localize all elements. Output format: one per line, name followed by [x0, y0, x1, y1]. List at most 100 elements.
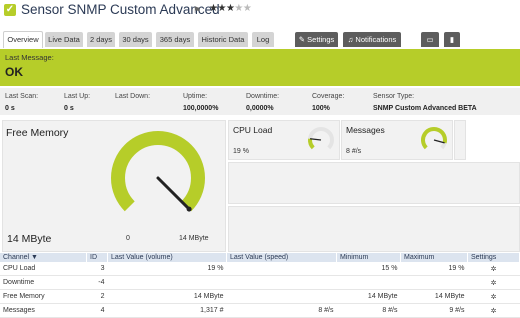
table-row[interactable]: Messages 4 1,317 # 8 #/s 8 #/s 9 #/s ✲ [0, 303, 520, 318]
last-value-speed [226, 289, 337, 304]
check-icon: ✓ [4, 4, 16, 16]
channel-name: Downtime [0, 275, 87, 290]
stat-label: Last Up: [64, 93, 91, 100]
last-value-volume: 19 % [107, 262, 227, 276]
table-row[interactable]: Downtime -4 ✲ [0, 275, 520, 290]
last-value-volume [107, 275, 227, 290]
gauge-panel-messages[interactable]: Messages 8 #/s [341, 120, 453, 160]
gear-icon[interactable]: ✲ [467, 262, 520, 276]
stat-label: Sensor Type: [373, 93, 415, 100]
flag-icon[interactable]: ⚑ [193, 5, 201, 16]
last-message-label: Last Message: [5, 53, 54, 62]
tab-365-days[interactable]: 365 days [156, 32, 194, 47]
tab-2-days[interactable]: 2 days [87, 32, 115, 47]
last-value-speed [226, 262, 337, 276]
gauge-title: CPU Load [233, 125, 273, 135]
star-icon[interactable]: ★ [243, 3, 252, 14]
star-icon[interactable]: ★ [234, 3, 243, 14]
minimum-value [336, 275, 401, 290]
gauge-fill [308, 138, 315, 150]
tab-settings[interactable]: ✎ Settings [295, 32, 338, 47]
gauge-needle [156, 176, 191, 211]
status-banner: Last Message: OK [0, 49, 520, 86]
column-header-volume[interactable]: Last Value (volume) [107, 253, 227, 262]
gauge-fill [111, 131, 205, 212]
empty-panel [228, 162, 520, 204]
channel-name: Messages [0, 303, 87, 318]
stats-bar: Last Scan: 0 s Last Up: 0 s Last Down: Upt… [0, 88, 520, 115]
stat-value: SNMP Custom Advanced BETA [373, 105, 477, 112]
minimum-value: 8 #/s [336, 303, 401, 318]
tab-overview[interactable]: Overview [3, 31, 43, 48]
priority-rating[interactable]: ★★★★★ [209, 3, 252, 14]
gauge-max: 14 MByte [179, 235, 209, 242]
minimum-value: 15 % [336, 262, 401, 276]
empty-panel [454, 120, 466, 160]
channel-id: 4 [86, 303, 108, 318]
gauge-panel-cpu-load[interactable]: CPU Load 19 % [228, 120, 340, 160]
table-row[interactable]: Free Memory 2 14 MByte 14 MByte 14 MByte… [0, 289, 520, 304]
status-value: OK [5, 65, 23, 79]
star-icon[interactable]: ★ [217, 3, 226, 14]
tab-settings-label: Settings [307, 35, 335, 44]
tab-historic-data[interactable]: Historic Data [198, 32, 248, 47]
column-header-minimum[interactable]: Minimum [336, 253, 401, 262]
stat-downtime: Downtime: 0,0000% [246, 93, 279, 112]
stat-value: 100% [312, 105, 330, 112]
gauge-hub [186, 206, 192, 212]
last-value-speed: 8 #/s [226, 303, 337, 318]
comment-button[interactable]: ▭ [421, 32, 439, 47]
gauge-min: 0 [126, 235, 130, 242]
stat-value: 0,0000% [246, 105, 274, 112]
stat-value: 0 s [64, 105, 74, 112]
stat-label: Coverage: [312, 93, 345, 100]
stat-value: 0 s [5, 105, 15, 112]
sort-down-icon: ▼ [31, 254, 38, 261]
tab-notifications-label: Notifications [355, 35, 397, 44]
table-header-row: Channel ▼ ID Last Value (volume) Last Va… [0, 253, 520, 262]
tab-log[interactable]: Log [252, 32, 274, 47]
channel-id: 2 [86, 289, 108, 304]
gear-icon[interactable]: ✲ [467, 275, 520, 290]
maximum-value: 14 MByte [400, 289, 468, 304]
last-value-volume: 14 MByte [107, 289, 227, 304]
bell-icon: ♫ [347, 35, 354, 44]
maximum-value: 19 % [400, 262, 468, 276]
stat-label: Downtime: [246, 93, 280, 100]
free-memory-gauge [111, 131, 205, 212]
stat-last-down: Last Down: [115, 93, 150, 105]
channel-name: Free Memory [0, 289, 87, 304]
gear-icon[interactable]: ✲ [467, 303, 520, 318]
column-header-maximum[interactable]: Maximum [400, 253, 468, 262]
tab-live-data[interactable]: Live Data [45, 32, 83, 47]
last-value-volume: 1,317 # [107, 303, 227, 318]
stat-last-up: Last Up: 0 s [64, 93, 90, 112]
cpu-load-gauge [308, 127, 334, 150]
delete-button[interactable]: ▮ [444, 32, 460, 47]
minimum-value: 14 MByte [336, 289, 401, 304]
stat-uptime: Uptime: 100,0000% [183, 93, 218, 112]
channel-table: Channel ▼ ID Last Value (volume) Last Va… [0, 253, 520, 318]
comment-icon: ▭ [426, 35, 434, 44]
channel-name: CPU Load [0, 262, 87, 276]
tab-notifications[interactable]: ♫ Notifications [343, 32, 401, 47]
sensor-header: ✓ Sensor SNMP Custom Advanced ⚑ ★★★★★ [0, 0, 520, 22]
wrench-icon: ✎ [298, 35, 306, 44]
messages-gauge [421, 127, 447, 150]
column-header-speed[interactable]: Last Value (speed) [226, 253, 337, 262]
stat-label: Last Scan: [5, 93, 39, 100]
gauge-value: 14 MByte [7, 233, 52, 245]
column-header-label: Channel [3, 254, 30, 261]
sensor-title: Sensor SNMP Custom Advanced [21, 2, 220, 17]
stat-value: 100,0000% [183, 105, 219, 112]
stat-last-scan: Last Scan: 0 s [5, 93, 38, 112]
gauge-panel-free-memory[interactable]: Free Memory 14 MByte 0 14 MByte [2, 120, 226, 252]
tab-30-days[interactable]: 30 days [119, 32, 152, 47]
gear-icon[interactable]: ✲ [467, 289, 520, 304]
stat-sensor-type: Sensor Type: SNMP Custom Advanced BETA [373, 93, 477, 112]
column-header-channel[interactable]: Channel ▼ [0, 253, 87, 262]
channel-id: -4 [86, 275, 108, 290]
column-header-id[interactable]: ID [86, 253, 108, 262]
table-row[interactable]: CPU Load 3 19 % 15 % 19 % ✲ [0, 262, 520, 276]
column-header-settings: Settings [467, 253, 520, 262]
